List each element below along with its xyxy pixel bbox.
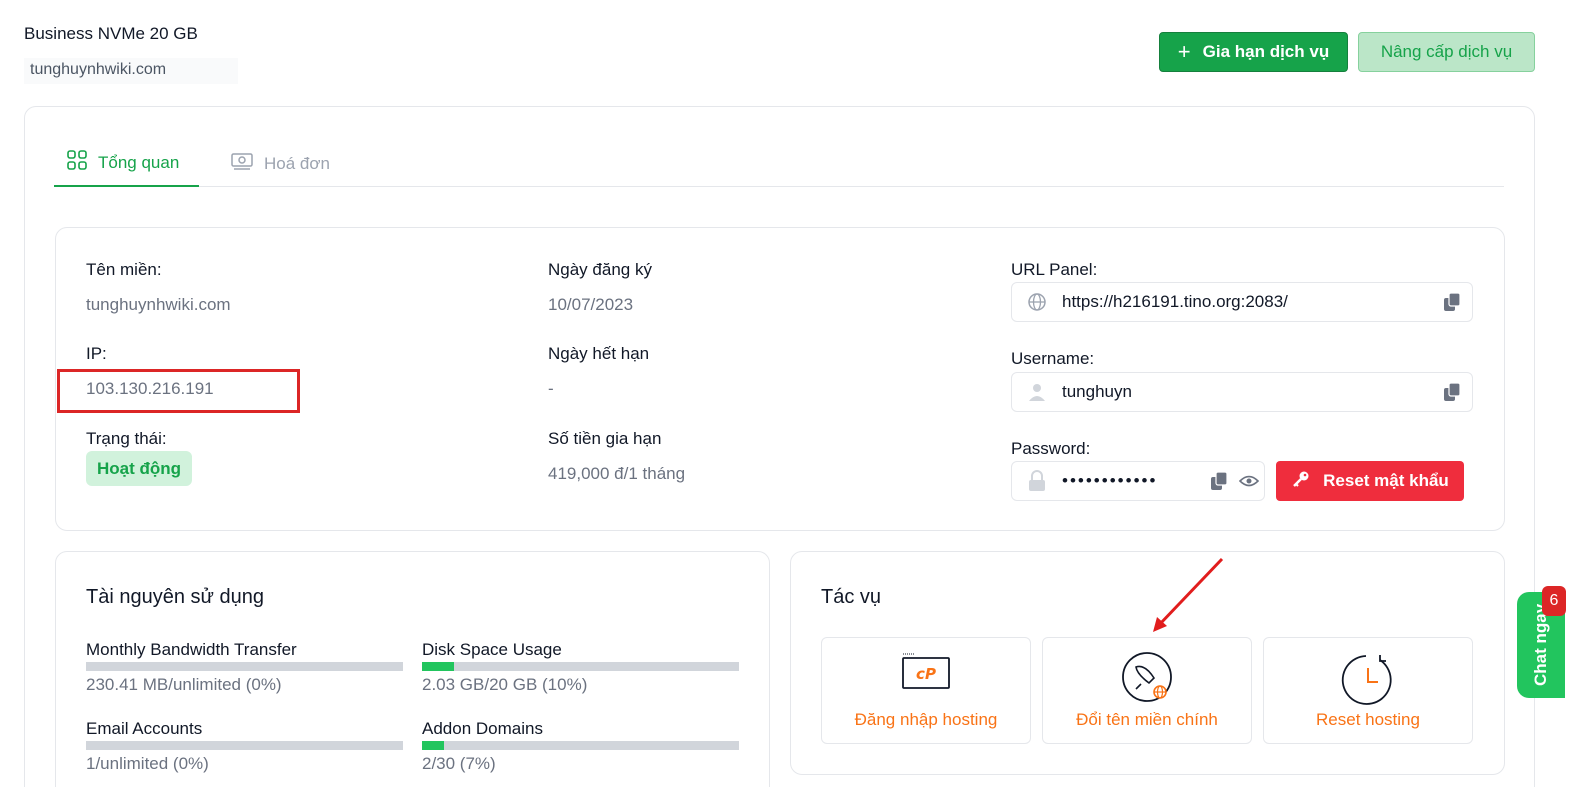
tab-overview[interactable]: Tổng quan	[54, 140, 199, 187]
resource-bar	[86, 662, 403, 671]
eye-icon[interactable]	[1234, 474, 1264, 488]
renew-service-button[interactable]: + Gia hạn dịch vụ	[1159, 32, 1348, 72]
resource-label: Email Accounts	[86, 719, 203, 738]
upgrade-service-button[interactable]: Nâng cấp dịch vụ	[1358, 32, 1535, 72]
task-label: Đăng nhập hosting	[854, 710, 998, 729]
renew-service-label: Gia hạn dịch vụ	[1202, 42, 1330, 61]
copy-icon[interactable]	[1432, 381, 1472, 403]
password-value: ••••••••••••	[1062, 471, 1158, 490]
task-login-hosting[interactable]: cP Đăng nhập hosting	[821, 637, 1031, 744]
task-change-main-domain[interactable]: Đổi tên miền chính	[1042, 637, 1252, 744]
lock-icon	[1012, 469, 1062, 493]
plus-icon: +	[1177, 39, 1191, 64]
url-panel-value: https://h216191.tino.org:2083/	[1062, 292, 1288, 311]
reset-clock-icon	[1340, 652, 1396, 713]
url-panel-label: URL Panel:	[1011, 260, 1098, 279]
service-name: Business NVMe 20 GB	[24, 24, 198, 43]
resource-value: 2.03 GB/20 GB (10%)	[422, 675, 588, 694]
resource-usage-title: Tài nguyên sử dụng	[86, 586, 264, 608]
status-badge: Hoạt động	[86, 451, 192, 486]
reset-password-label: Reset mật khẩu	[1323, 471, 1449, 490]
resource-bar-fill	[422, 741, 445, 750]
renew-price-value: 419,000 đ/1 tháng	[548, 464, 686, 483]
domain-value: tunghuynhwiki.com	[86, 295, 231, 314]
resource-bar-fill	[422, 662, 454, 671]
ip-value: 103.130.216.191	[86, 379, 214, 398]
resource-value: 230.41 MB/unlimited (0%)	[86, 675, 282, 694]
domain-label: Tên miền:	[86, 260, 162, 279]
resource-bar	[422, 741, 739, 750]
renew-price-label: Số tiền gia hạn	[548, 429, 662, 448]
status-label: Trạng thái:	[86, 429, 167, 448]
resource-label: Addon Domains	[422, 719, 543, 738]
cpanel-icon: cP	[901, 652, 951, 697]
chat-unread-badge: 6	[1542, 586, 1566, 616]
password-field[interactable]: ••••••••••••	[1011, 461, 1265, 501]
resource-value: 1/unlimited (0%)	[86, 754, 209, 773]
service-domain-container: tunghuynhwiki.com	[6, 46, 256, 98]
key-icon	[1291, 469, 1311, 494]
password-label: Password:	[1011, 439, 1091, 458]
tab-invoice[interactable]: Hoá đơn	[230, 140, 330, 187]
copy-icon[interactable]	[1204, 470, 1234, 492]
ip-label: IP:	[86, 344, 107, 363]
money-icon	[230, 150, 254, 177]
username-value: tunghuyn	[1062, 382, 1132, 401]
resource-label: Disk Space Usage	[422, 640, 562, 659]
task-reset-hosting[interactable]: Reset hosting	[1263, 637, 1473, 744]
url-panel-field[interactable]: https://h216191.tino.org:2083/	[1011, 282, 1473, 322]
user-icon	[1012, 381, 1062, 403]
reg-date-label: Ngày đăng ký	[548, 260, 652, 279]
svg-text:cP: cP	[916, 665, 936, 683]
globe-icon	[1012, 291, 1062, 313]
exp-date-value: -	[548, 379, 554, 398]
copy-icon[interactable]	[1432, 291, 1472, 313]
service-domain: tunghuynhwiki.com	[24, 58, 238, 84]
resource-bar	[422, 662, 739, 671]
task-label: Đổi tên miền chính	[1076, 710, 1218, 729]
tab-invoice-label: Hoá đơn	[264, 153, 330, 173]
resource-bar	[86, 741, 403, 750]
exp-date-label: Ngày hết hạn	[548, 344, 650, 363]
annotation-arrow	[1153, 557, 1224, 632]
task-label: Reset hosting	[1316, 710, 1420, 729]
upgrade-service-label: Nâng cấp dịch vụ	[1380, 42, 1513, 61]
reset-password-button[interactable]: Reset mật khẩu	[1276, 461, 1464, 501]
username-label: Username:	[1011, 349, 1095, 368]
tasks-title: Tác vụ	[821, 586, 882, 608]
resource-value: 2/30 (7%)	[422, 754, 496, 773]
hosting-service-page: Business NVMe 20 GB tunghuynhwiki.com + …	[0, 0, 1578, 787]
resource-label: Monthly Bandwidth Transfer	[86, 640, 297, 659]
rocket-globe-icon	[1119, 652, 1175, 709]
username-field[interactable]: tunghuyn	[1011, 372, 1473, 412]
tab-overview-label: Tổng quan	[98, 152, 180, 172]
reg-date-value: 10/07/2023	[548, 295, 634, 314]
tab-bar: Tổng quan Hoá đơn	[54, 140, 1504, 187]
grid-icon	[66, 149, 88, 176]
